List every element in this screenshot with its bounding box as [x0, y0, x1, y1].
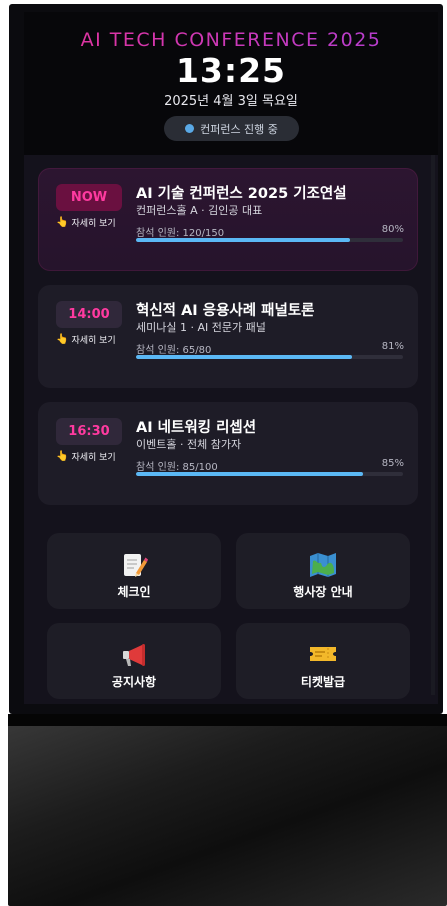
attendance-percent: 85%	[381, 458, 404, 469]
attendance-text: 참석 인원: 65/80	[136, 345, 212, 356]
details-label: 자세히 보기	[71, 336, 116, 346]
details-label: 자세히 보기	[71, 219, 116, 229]
ticket-button[interactable]: 티켓발급	[236, 623, 410, 699]
header: AI TECH CONFERENCE 2025 13:25 2025년 4월 3…	[24, 12, 438, 155]
megaphone-icon	[47, 641, 221, 669]
attendance-percent: 80%	[381, 224, 404, 235]
attendance-bar-fill	[136, 238, 350, 242]
status-badge: 컨퍼런스 진행 중	[164, 116, 299, 141]
status-text: 컨퍼런스 진행 중	[200, 122, 278, 136]
checkin-button[interactable]: 체크인	[47, 533, 221, 609]
session-title: AI 기술 컨퍼런스 2025 기조연설	[136, 186, 347, 202]
venue-guide-label: 행사장 안내	[293, 585, 353, 599]
session-card[interactable]: 14:00 👆 자세히 보기 혁신적 AI 응용사례 패널토론 세미나실 1 ·…	[38, 285, 418, 388]
attendance-text: 참석 인원: 120/150	[136, 228, 225, 239]
details-link[interactable]: 👆 자세히 보기	[56, 333, 116, 346]
notice-button[interactable]: 공지사항	[47, 623, 221, 699]
venue-guide-button[interactable]: 행사장 안내	[236, 533, 410, 609]
checkin-label: 체크인	[117, 585, 151, 599]
attendance-percent: 81%	[381, 341, 404, 352]
status-dot-icon	[185, 124, 195, 133]
session-subtitle: 컨퍼런스홀 A · 김인공 대표	[136, 204, 263, 217]
kiosk-display: AI TECH CONFERENCE 2025 13:25 2025년 4월 3…	[0, 0, 447, 906]
scrollbar[interactable]	[431, 155, 435, 695]
session-card-now[interactable]: NOW 👆 자세히 보기 AI 기술 컨퍼런스 2025 기조연설 컨퍼런스홀 …	[38, 168, 418, 271]
pointing-hand-icon: 👆	[56, 451, 69, 462]
details-link[interactable]: 👆 자세히 보기	[56, 216, 116, 229]
kiosk-screen: AI TECH CONFERENCE 2025 13:25 2025년 4월 3…	[24, 12, 438, 704]
pointing-hand-icon: 👆	[56, 217, 69, 228]
session-title: 혁신적 AI 응용사례 패널토론	[136, 303, 315, 319]
session-subtitle: 이벤트홀 · 전체 참가자	[136, 438, 242, 451]
attendance-text: 참석 인원: 85/100	[136, 462, 218, 473]
memo-pencil-icon	[47, 551, 221, 579]
attendance-bar	[136, 238, 403, 242]
time-badge: 16:30	[56, 418, 122, 445]
ticket-icon	[236, 641, 410, 667]
map-icon	[236, 551, 410, 579]
now-badge: NOW	[56, 184, 122, 211]
clock: 13:25	[175, 51, 287, 90]
details-label: 자세히 보기	[71, 453, 116, 463]
stand-top-edge	[8, 714, 447, 726]
time-badge: 14:00	[56, 301, 122, 328]
session-title: AI 네트워킹 리셉션	[136, 420, 257, 436]
session-subtitle: 세미나실 1 · AI 전문가 패널	[136, 321, 266, 334]
attendance-bar	[136, 355, 403, 359]
attendance-bar-fill	[136, 472, 363, 476]
conference-title: AI TECH CONFERENCE 2025	[24, 29, 438, 51]
pointing-hand-icon: 👆	[56, 334, 69, 345]
kiosk-stand	[8, 714, 447, 906]
date: 2025년 4월 3일 목요일	[164, 94, 298, 109]
session-card[interactable]: 16:30 👆 자세히 보기 AI 네트워킹 리셉션 이벤트홀 · 전체 참가자…	[38, 402, 418, 505]
ticket-label: 티켓발급	[300, 675, 346, 689]
attendance-bar-fill	[136, 355, 353, 359]
details-link[interactable]: 👆 자세히 보기	[56, 450, 116, 463]
notice-label: 공지사항	[111, 675, 157, 689]
attendance-bar	[136, 472, 403, 476]
